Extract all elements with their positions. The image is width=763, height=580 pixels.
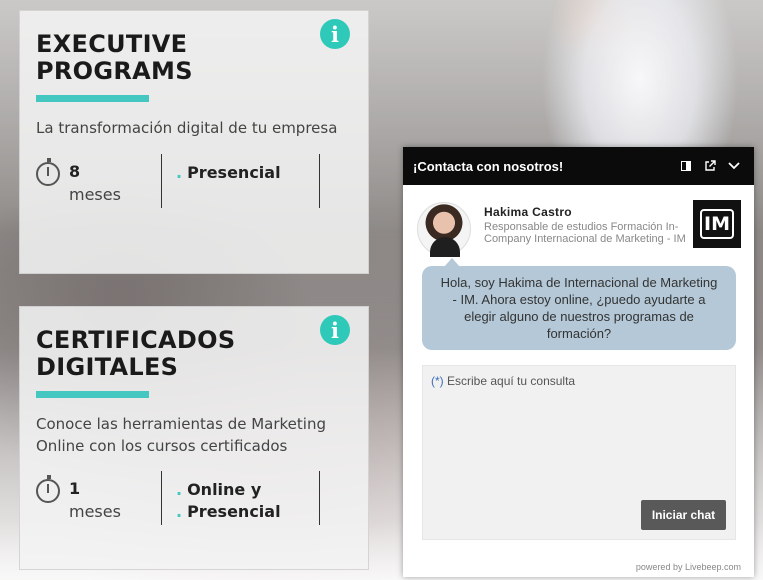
company-logo: IM bbox=[693, 200, 741, 248]
divider bbox=[319, 154, 320, 208]
chat-title: ¡Contacta con nosotros! bbox=[413, 158, 564, 174]
start-chat-button[interactable]: Iniciar chat bbox=[641, 500, 726, 530]
card-meta: 8 meses . Presencial bbox=[36, 154, 336, 208]
powered-by-link[interactable]: powered by Livebeep.com bbox=[636, 562, 741, 572]
duration-value: 1 bbox=[69, 479, 81, 498]
logo-text: IM bbox=[700, 209, 734, 239]
chevron-down-icon[interactable] bbox=[724, 156, 744, 176]
card-description: La transformación digital de tu empresa bbox=[36, 119, 338, 137]
card-description: Conoce las herramientas de Marketing Onl… bbox=[36, 415, 326, 455]
chat-widget: ¡Contacta con nosotros! Hakima Castro Re… bbox=[403, 147, 754, 577]
duration-value: 8 bbox=[69, 162, 81, 181]
program-card-certificados[interactable]: i CERTIFICADOS DIGITALES Conoce las herr… bbox=[19, 306, 369, 570]
card-title: EXECUTIVE PROGRAMS bbox=[36, 31, 193, 85]
accent-bar bbox=[36, 391, 149, 398]
program-card-executive[interactable]: i EXECUTIVE PROGRAMS La transformación d… bbox=[19, 10, 369, 274]
card-title-line: PROGRAMS bbox=[36, 57, 193, 85]
divider bbox=[161, 471, 162, 525]
agent-info: Hakima Castro Responsable de estudios Fo… bbox=[403, 185, 754, 257]
clock-icon bbox=[36, 158, 60, 186]
bullet-dot-icon: . bbox=[176, 480, 183, 499]
duration-unit: meses bbox=[69, 502, 121, 521]
bullet-dot-icon: . bbox=[176, 163, 183, 182]
modality-item: . Online y bbox=[176, 479, 281, 501]
modality-item: . Presencial bbox=[176, 162, 281, 184]
chat-header[interactable]: ¡Contacta con nosotros! bbox=[403, 147, 754, 185]
agent-message: Hola, soy Hakima de Internacional de Mar… bbox=[422, 258, 736, 350]
avatar bbox=[417, 202, 471, 257]
divider bbox=[161, 154, 162, 208]
card-meta: 1 meses . Online y . Presencial bbox=[36, 471, 336, 525]
popout-icon[interactable] bbox=[700, 156, 720, 176]
modality: . Presencial bbox=[176, 162, 281, 184]
modality-item: . Presencial bbox=[176, 501, 281, 523]
modality-label: Presencial bbox=[187, 502, 281, 521]
clock-icon bbox=[36, 475, 60, 503]
modality-label: Online y bbox=[187, 480, 262, 499]
duration-unit: meses bbox=[69, 185, 121, 204]
input-placeholder: (*) Escribe aquí tu consulta bbox=[431, 374, 575, 388]
modality-label: Presencial bbox=[187, 163, 281, 182]
accent-bar bbox=[36, 95, 149, 102]
card-title-line: DIGITALES bbox=[36, 353, 179, 381]
divider bbox=[319, 471, 320, 525]
panel-icon[interactable] bbox=[676, 156, 696, 176]
required-marker: (*) bbox=[431, 374, 444, 388]
modality: . Online y . Presencial bbox=[176, 479, 281, 523]
info-icon[interactable]: i bbox=[320, 19, 350, 49]
card-title: CERTIFICADOS DIGITALES bbox=[36, 327, 235, 381]
card-title-line: EXECUTIVE bbox=[36, 30, 188, 58]
card-title-line: CERTIFICADOS bbox=[36, 326, 236, 354]
agent-name: Hakima Castro bbox=[484, 205, 572, 219]
agent-role: Responsable de estudios Formación In-Com… bbox=[484, 221, 686, 245]
info-icon[interactable]: i bbox=[320, 315, 350, 345]
bullet-dot-icon: . bbox=[176, 502, 183, 521]
message-input[interactable]: (*) Escribe aquí tu consulta Iniciar cha… bbox=[422, 365, 736, 540]
placeholder-text: Escribe aquí tu consulta bbox=[447, 374, 576, 388]
